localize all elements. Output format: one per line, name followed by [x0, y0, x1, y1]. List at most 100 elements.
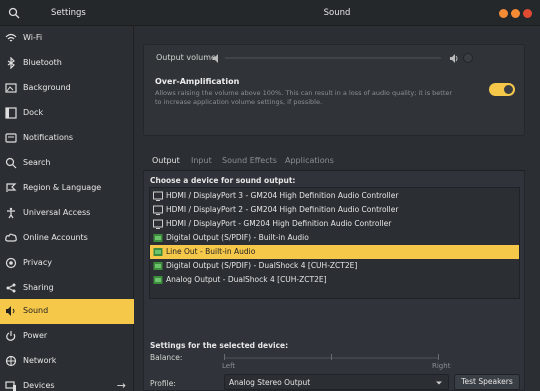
- audio-card-icon: [153, 262, 163, 270]
- search-icon: [5, 157, 17, 169]
- tab-sound-effects[interactable]: Sound Effects: [222, 156, 277, 165]
- list-item[interactable]: Analog Output - DualShock 4 [CUH-ZCT2E]: [150, 273, 519, 287]
- device-label: HDMI / DisplayPort - GM204 High Definiti…: [166, 219, 392, 228]
- profile-select-value: Analog Stereo Output: [229, 378, 311, 387]
- sidebar-item-label: Devices: [23, 381, 55, 390]
- sidebar-item-label: Online Accounts: [23, 233, 88, 242]
- profile-label: Profile:: [150, 379, 176, 388]
- list-item[interactable]: HDMI / DisplayPort - GM204 High Definiti…: [150, 217, 519, 231]
- online-accounts-icon: [5, 233, 17, 242]
- audio-card-icon: [153, 248, 163, 256]
- sidebar-item-label: Wi-Fi: [23, 33, 43, 42]
- sidebar-item-label: Dock: [23, 108, 44, 117]
- balance-label: Balance:: [150, 353, 183, 362]
- volume-slider-handle[interactable]: [463, 53, 473, 63]
- tab-applications[interactable]: Applications: [285, 156, 334, 165]
- list-item[interactable]: Line Out - Built-in Audio: [150, 245, 519, 259]
- sidebar-item-dock[interactable]: Dock: [0, 101, 134, 126]
- speaker-high-icon: [450, 54, 458, 63]
- sidebar: Wi-Fi Bluetooth Background Dock Notifica…: [0, 26, 134, 391]
- sidebar-item-power[interactable]: Power: [0, 324, 134, 349]
- sidebar-item-devices[interactable]: Devices →: [0, 374, 134, 391]
- audio-card-icon: [153, 276, 163, 284]
- wifi-icon: [5, 33, 17, 42]
- sidebar-item-network[interactable]: Network: [0, 349, 134, 374]
- balance-tick-center: [331, 354, 332, 360]
- sharing-icon: [6, 283, 16, 293]
- sidebar-item-label: Background: [23, 83, 71, 92]
- device-list: HDMI / DisplayPort 3 - GM204 High Defini…: [149, 187, 520, 299]
- background-icon: [5, 83, 17, 93]
- privacy-icon: [5, 257, 17, 269]
- sidebar-item-label: Sharing: [23, 283, 54, 292]
- monitor-icon: [153, 205, 163, 215]
- list-item[interactable]: Digital Output (S/PDIF) - DualShock 4 [C…: [150, 259, 519, 273]
- minimize-button[interactable]: [499, 9, 508, 18]
- accessibility-icon: [7, 207, 15, 219]
- device-settings-heading: Settings for the selected device:: [150, 341, 289, 350]
- region-icon: [6, 183, 17, 192]
- balance-tick-left: [224, 354, 225, 360]
- sound-icon: [6, 306, 15, 316]
- sidebar-item-label: Universal Access: [23, 208, 91, 217]
- sidebar-item-online-accounts[interactable]: Online Accounts: [0, 226, 134, 251]
- device-label: HDMI / DisplayPort 3 - GM204 High Defini…: [166, 191, 399, 200]
- output-volume-label: Output volume:: [156, 53, 219, 62]
- dock-icon: [5, 107, 17, 119]
- list-item[interactable]: HDMI / DisplayPort 3 - GM204 High Defini…: [150, 189, 519, 203]
- sidebar-item-label: Search: [23, 158, 51, 167]
- over-amplification-toggle[interactable]: [489, 83, 515, 96]
- close-button[interactable]: [523, 9, 532, 18]
- test-speakers-button[interactable]: Test Speakers: [454, 374, 520, 390]
- device-label: Line Out - Built-in Audio: [166, 247, 256, 256]
- over-amplification-title: Over-Amplification: [155, 77, 240, 86]
- sidebar-item-label: Power: [23, 331, 48, 340]
- window-title: Sound: [323, 8, 351, 18]
- list-item[interactable]: HDMI / DisplayPort 2 - GM204 High Defini…: [150, 203, 519, 217]
- device-label: HDMI / DisplayPort 2 - GM204 High Defini…: [166, 205, 399, 214]
- sidebar-item-search[interactable]: Search: [0, 151, 134, 176]
- sidebar-item-region[interactable]: Region & Language: [0, 176, 134, 201]
- sidebar-item-label: Region & Language: [23, 183, 102, 192]
- sidebar-item-label: Notifications: [23, 133, 74, 142]
- window-controls: [499, 9, 532, 18]
- sidebar-item-universal-access[interactable]: Universal Access: [0, 201, 134, 226]
- device-label: Analog Output - DualShock 4 [CUH-ZCT2E]: [166, 275, 327, 284]
- main-content: Output volume: Over-Amplification Allows…: [135, 26, 540, 391]
- notifications-icon: [5, 133, 17, 143]
- title-bar: Settings Sound: [0, 0, 540, 26]
- device-label: Digital Output (S/PDIF) - DualShock 4 [C…: [166, 261, 358, 270]
- bluetooth-icon: [7, 57, 15, 69]
- tab-output[interactable]: Output: [152, 156, 180, 165]
- chevron-down-icon: [436, 381, 442, 385]
- monitor-icon: [153, 191, 163, 201]
- balance-right-label: Right: [432, 362, 451, 370]
- list-item[interactable]: Digital Output (S/PDIF) - Built-in Audio: [150, 231, 519, 245]
- sidebar-item-label: Network: [23, 356, 57, 365]
- arrow-right-icon: →: [116, 379, 126, 391]
- tab-bar: Output Input Sound Effects Applications: [143, 154, 525, 171]
- sidebar-item-bluetooth[interactable]: Bluetooth: [0, 51, 134, 76]
- network-icon: [5, 355, 17, 367]
- sidebar-item-privacy[interactable]: Privacy: [0, 251, 134, 276]
- device-list-heading: Choose a device for sound output:: [150, 176, 296, 185]
- monitor-icon: [153, 219, 163, 229]
- profile-select[interactable]: Analog Stereo Output: [224, 374, 449, 390]
- sidebar-item-wifi[interactable]: Wi-Fi: [0, 26, 134, 51]
- balance-left-label: Left: [222, 362, 236, 370]
- devices-icon: [5, 381, 16, 391]
- maximize-button[interactable]: [511, 9, 520, 18]
- tab-input[interactable]: Input: [191, 156, 212, 165]
- output-tab-panel: Choose a device for sound output: HDMI /…: [143, 171, 525, 391]
- sidebar-item-background[interactable]: Background: [0, 76, 134, 101]
- over-amplification-description: Allows raising the volume above 100%. Th…: [155, 89, 453, 106]
- power-icon: [6, 331, 16, 341]
- sidebar-item-sound[interactable]: Sound: [0, 299, 134, 324]
- sidebar-item-label: Bluetooth: [23, 58, 62, 67]
- audio-card-icon: [153, 234, 163, 242]
- sidebar-item-sharing[interactable]: Sharing: [0, 276, 134, 301]
- sidebar-item-notifications[interactable]: Notifications: [0, 126, 134, 151]
- balance-tick-right: [438, 354, 439, 360]
- sidebar-item-label: Sound: [23, 306, 49, 315]
- volume-slider[interactable]: [225, 57, 441, 59]
